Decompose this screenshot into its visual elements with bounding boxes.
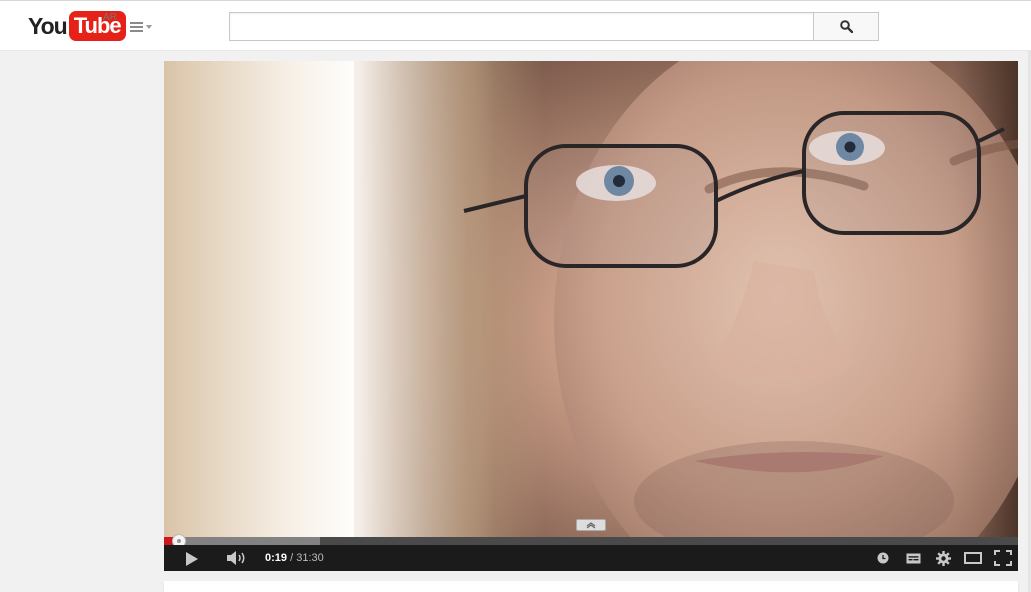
player-controls: 0:19 / 31:30 xyxy=(164,545,1018,571)
video-player[interactable]: 0:19 / 31:30 xyxy=(164,61,1018,571)
guide-menu-button[interactable] xyxy=(130,18,156,36)
volume-icon xyxy=(227,551,245,565)
volume-button[interactable] xyxy=(226,550,248,566)
chevron-up-icon xyxy=(586,522,596,529)
fullscreen-icon xyxy=(994,550,1012,566)
play-button[interactable] xyxy=(182,551,202,567)
logo-text-you: You xyxy=(28,12,68,39)
region-code: AR xyxy=(103,12,117,23)
video-face-image xyxy=(463,61,1018,537)
fullscreen-button[interactable] xyxy=(988,545,1018,571)
search-box xyxy=(229,12,814,41)
logo-text-tube: Tube xyxy=(68,11,126,41)
progress-loaded xyxy=(164,537,321,545)
progress-bar[interactable] xyxy=(164,534,1018,548)
current-time: 0:19 xyxy=(265,552,288,564)
time-separator: / xyxy=(290,552,294,564)
search-button[interactable] xyxy=(813,12,879,41)
captions-icon xyxy=(906,553,920,563)
masthead: You Tube AR xyxy=(0,0,1031,51)
menu-icon xyxy=(130,22,143,32)
search-icon xyxy=(839,20,853,33)
time-display: 0:19 / 31:30 xyxy=(265,552,324,564)
video-info-card xyxy=(164,581,1018,592)
caret-down-icon xyxy=(146,25,152,29)
video-frame[interactable] xyxy=(164,61,1018,537)
right-controls xyxy=(868,545,1018,571)
watch-later-icon xyxy=(877,552,889,564)
search-input[interactable] xyxy=(230,13,814,40)
play-icon xyxy=(186,552,198,566)
duration: 31:30 xyxy=(296,552,324,564)
theater-mode-button[interactable] xyxy=(958,545,988,571)
annotation-toggle-tab[interactable] xyxy=(576,519,606,531)
settings-gear-icon xyxy=(935,550,951,566)
watch-later-button[interactable] xyxy=(868,545,898,571)
settings-button[interactable] xyxy=(928,545,958,571)
theater-mode-icon xyxy=(964,552,982,564)
captions-button[interactable] xyxy=(898,545,928,571)
